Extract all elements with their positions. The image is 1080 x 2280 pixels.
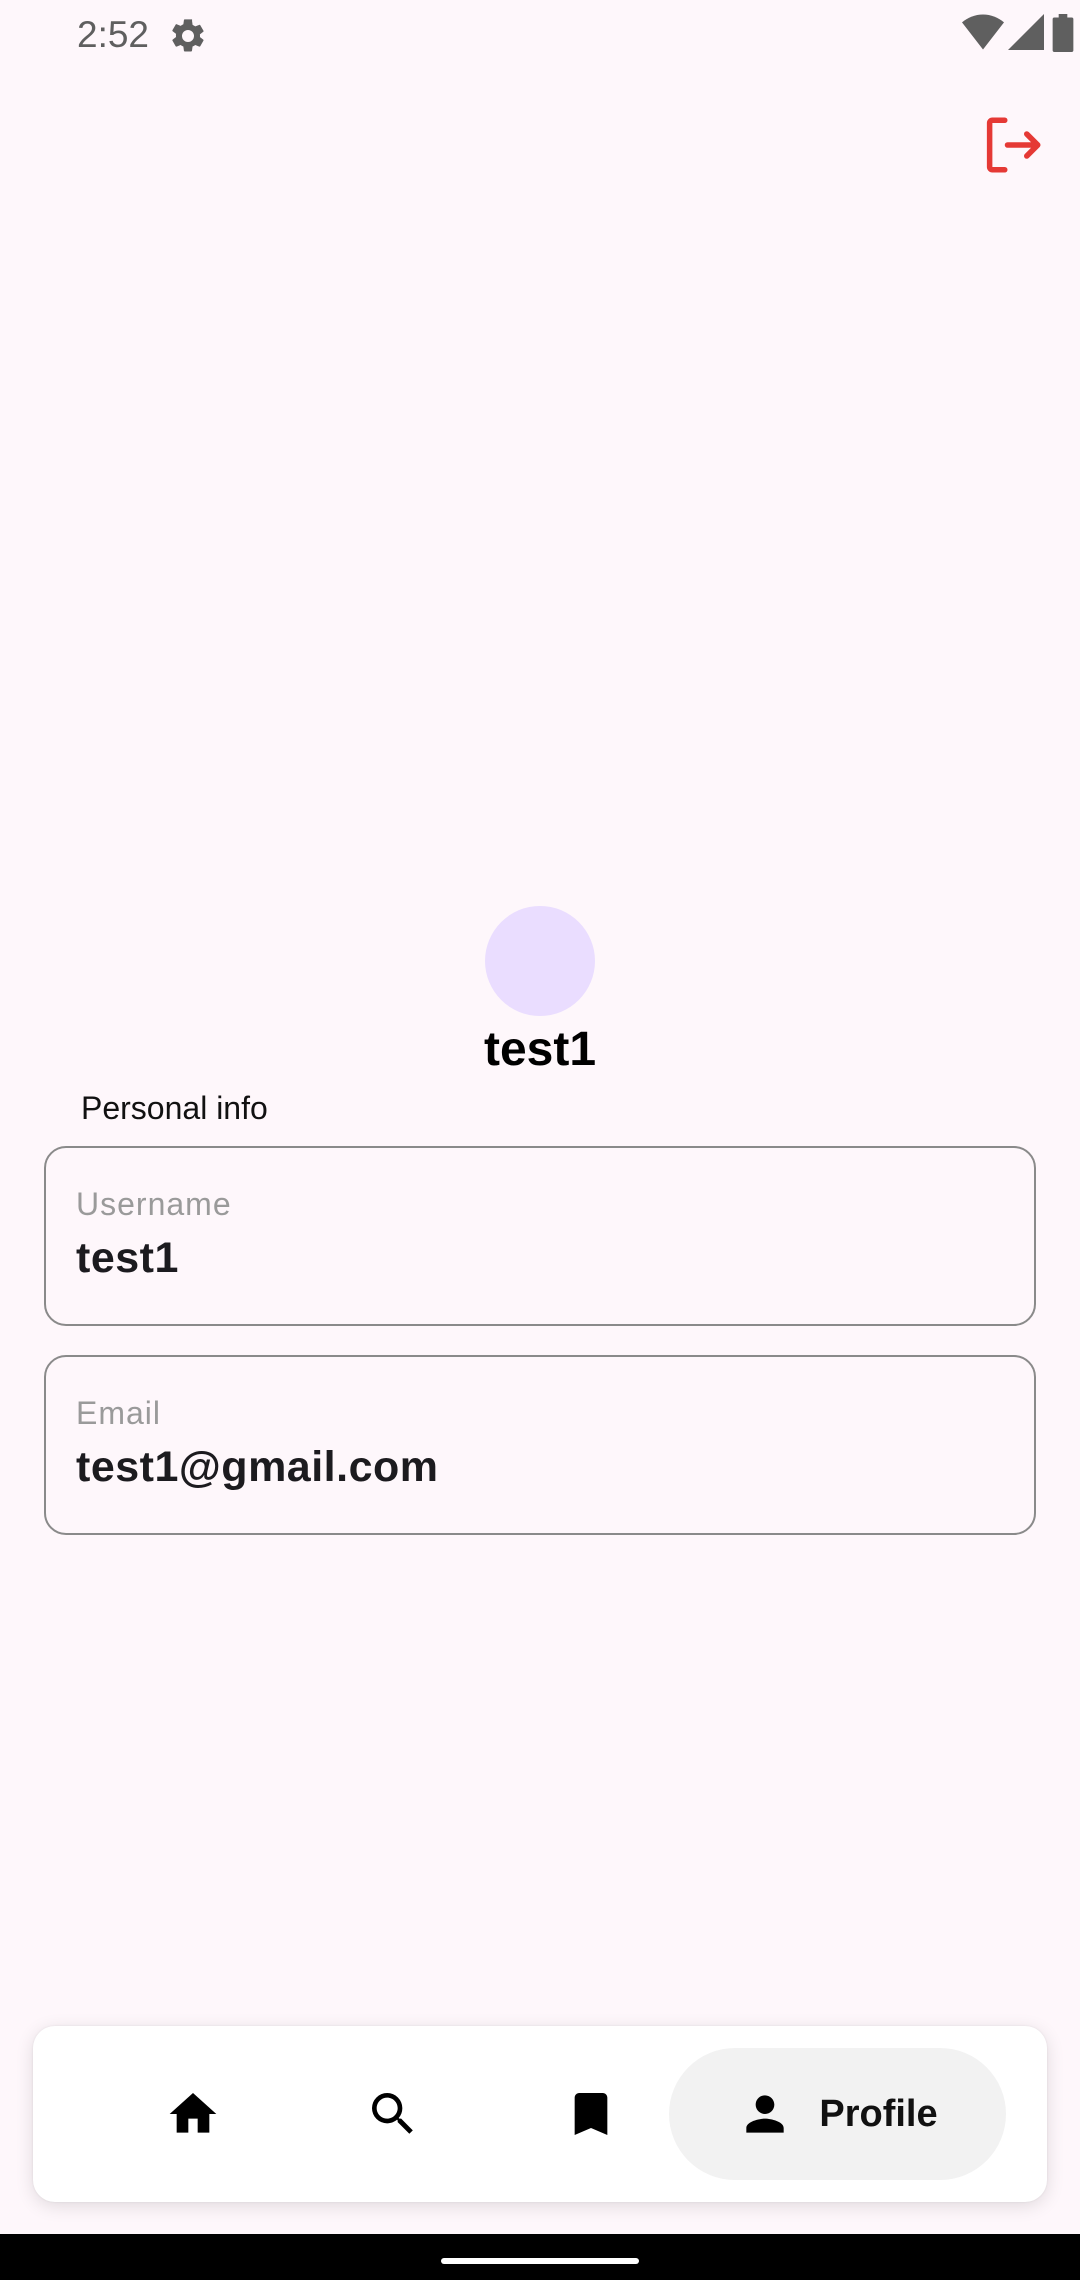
profile-name: test1 [483, 1023, 597, 1076]
avatar[interactable] [485, 906, 595, 1016]
signal-icon [1008, 14, 1044, 50]
person-icon [746, 2095, 785, 2133]
status-time: 2:52 [77, 14, 150, 55]
logout-button[interactable] [980, 112, 1046, 178]
nav-home[interactable] [123, 2026, 263, 2202]
logout-icon [986, 117, 1041, 173]
username-label: Username [76, 1186, 232, 1222]
nav-search[interactable] [323, 2026, 463, 2202]
username-field[interactable]: Username test1 [44, 1146, 1036, 1326]
status-icons [880, 14, 1080, 58]
status-bar: 2:52 [0, 0, 1080, 72]
email-value[interactable]: test1@gmail.com [76, 1443, 438, 1492]
username-value[interactable]: test1 [76, 1234, 179, 1283]
home-icon [169, 2093, 217, 2133]
nav-bookmarks[interactable] [521, 2026, 661, 2202]
nav-profile-label: Profile [819, 2092, 938, 2135]
gesture-handle[interactable] [441, 2258, 639, 2264]
email-field[interactable]: Email test1@gmail.com [44, 1355, 1036, 1535]
search-icon [372, 2093, 413, 2134]
profile-screen: 2:52 test1 Personal info Username test1 … [0, 0, 1080, 2280]
battery-icon [1052, 14, 1074, 52]
wifi-icon [962, 14, 1004, 50]
bottom-navigation: Profile [33, 2026, 1047, 2202]
personal-info-heading: Personal info [81, 1090, 268, 1126]
nav-profile[interactable]: Profile [669, 2048, 1006, 2180]
system-navigation-bar [0, 2234, 1080, 2280]
email-label: Email [76, 1395, 162, 1431]
bookmark-icon [574, 2093, 608, 2135]
settings-icon [168, 16, 208, 56]
